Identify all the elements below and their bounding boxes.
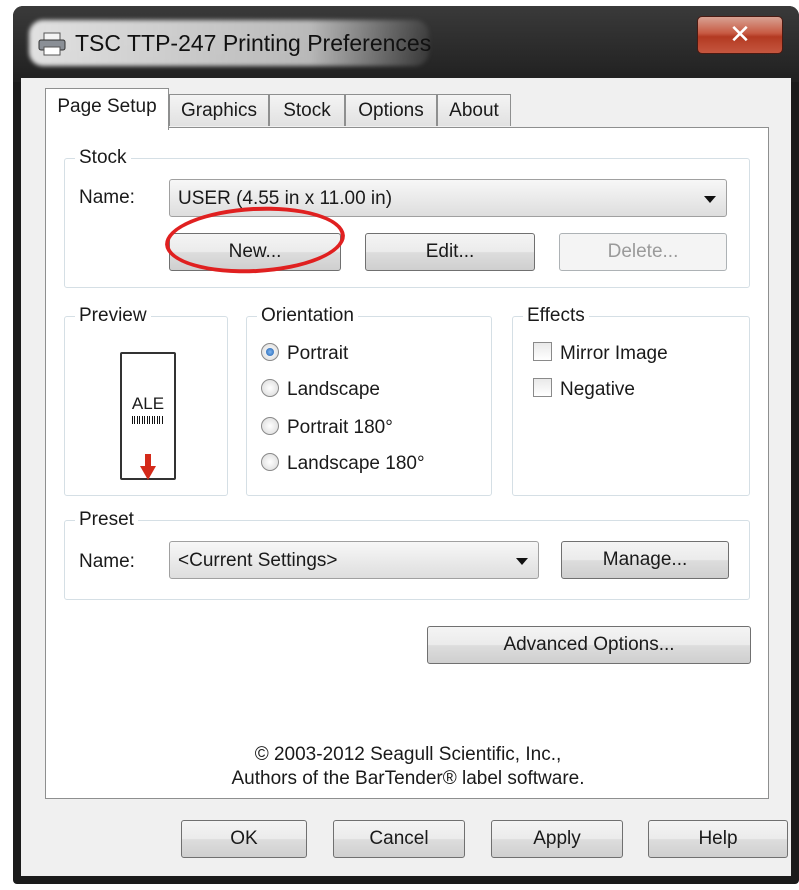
- dialog-window: TSC TTP-247 Printing Preferences ✕ Page …: [13, 6, 799, 884]
- barcode-icon: [132, 416, 164, 424]
- negative-label: Negative: [560, 379, 635, 400]
- tab-options[interactable]: Options: [345, 94, 437, 126]
- radio-icon: [261, 378, 279, 397]
- stock-group-label: Stock: [75, 147, 131, 169]
- dialog-body: Page Setup Graphics Stock Options About …: [21, 78, 791, 876]
- tab-graphics[interactable]: Graphics: [169, 94, 269, 126]
- orientation-group-label: Orientation: [257, 305, 358, 327]
- orientation-portrait[interactable]: Portrait: [261, 342, 349, 369]
- title-bar: TSC TTP-247 Printing Preferences ✕: [13, 6, 799, 82]
- apply-button[interactable]: Apply: [491, 820, 623, 858]
- orientation-portrait-180[interactable]: Portrait 180°: [261, 416, 393, 443]
- label-preview: ALE: [120, 352, 176, 480]
- tab-page-setup[interactable]: Page Setup: [45, 88, 169, 130]
- close-icon[interactable]: ✕: [697, 16, 783, 54]
- chevron-down-icon: [704, 196, 716, 203]
- ok-button[interactable]: OK: [181, 820, 307, 858]
- orientation-portrait-180-label: Portrait 180°: [287, 417, 393, 438]
- orientation-landscape-label: Landscape: [287, 379, 380, 400]
- radio-icon: [261, 416, 279, 435]
- arrow-down-icon: [140, 454, 156, 480]
- cancel-button[interactable]: Cancel: [333, 820, 465, 858]
- negative-checkbox[interactable]: Negative: [533, 378, 635, 405]
- orientation-landscape-180[interactable]: Landscape 180°: [261, 452, 425, 479]
- checkbox-icon: [533, 378, 552, 398]
- orientation-landscape-180-label: Landscape 180°: [287, 453, 425, 474]
- chevron-down-icon: [516, 558, 528, 565]
- help-button[interactable]: Help: [648, 820, 788, 858]
- orientation-portrait-label: Portrait: [287, 343, 349, 364]
- orientation-landscape[interactable]: Landscape: [261, 378, 380, 405]
- page-setup-panel: Stock Name: USER (4.55 in x 11.00 in) Ne…: [45, 127, 769, 799]
- window-title: TSC TTP-247 Printing Preferences: [75, 30, 432, 56]
- preset-group-label: Preset: [75, 509, 138, 531]
- stock-group: Stock Name: USER (4.55 in x 11.00 in) Ne…: [64, 147, 750, 288]
- preset-name-label: Name:: [79, 551, 135, 572]
- preview-text: ALE: [131, 394, 165, 413]
- preview-group: Preview ALE: [64, 305, 228, 496]
- stock-name-label: Name:: [79, 187, 135, 208]
- preset-name-dropdown[interactable]: <Current Settings>: [169, 541, 539, 579]
- mirror-image-checkbox[interactable]: Mirror Image: [533, 342, 668, 369]
- printer-icon: [38, 32, 66, 56]
- edit-stock-button[interactable]: Edit...: [365, 233, 535, 271]
- manage-preset-button[interactable]: Manage...: [561, 541, 729, 579]
- radio-icon: [261, 452, 279, 471]
- checkbox-icon: [533, 342, 552, 362]
- effects-group-label: Effects: [523, 305, 589, 327]
- preset-name-value: <Current Settings>: [178, 550, 338, 571]
- tab-stock[interactable]: Stock: [269, 94, 345, 126]
- radio-checked-icon: [261, 342, 279, 361]
- copyright-line: © 2003-2012 Seagull Scientific, Inc.,: [254, 744, 562, 765]
- tab-about[interactable]: About: [437, 94, 511, 126]
- delete-stock-button: Delete...: [559, 233, 727, 271]
- bartender-credit-line: Authors of the BarTender® label software…: [231, 768, 585, 789]
- mirror-image-label: Mirror Image: [560, 343, 668, 364]
- advanced-options-button[interactable]: Advanced Options...: [427, 626, 751, 664]
- effects-group: Effects Mirror Image Negative: [512, 305, 750, 496]
- preview-group-label: Preview: [75, 305, 151, 327]
- preset-group: Preset Name: <Current Settings> Manage..…: [64, 509, 750, 600]
- orientation-group: Orientation Portrait Landscape Portrait …: [246, 305, 492, 496]
